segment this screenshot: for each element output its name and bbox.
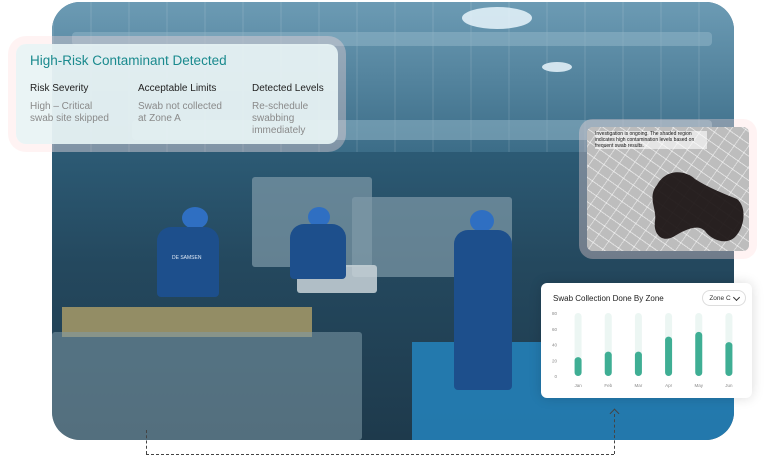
alert-column-acceptable-limits: Acceptable Limits Swab not collected at … [138,83,246,125]
worker [290,224,346,279]
ceiling-light [462,7,532,29]
ceiling-light [542,62,572,72]
bar-apr [665,336,673,376]
x-tick-label: Mar [635,383,643,388]
contaminant-alert-card: High-Risk Contaminant Detected Risk Seve… [16,44,338,144]
y-tick-label: 40 [552,343,558,348]
alert-column-detected-levels: Detected Levels Re-schedule swabbing imm… [252,83,360,137]
bar-jun [725,342,733,376]
alert-column-risk-severity: Risk Severity High – Critical swab site … [30,83,138,125]
alert-heading: Acceptable Limits [138,83,217,94]
worker-cap [182,207,208,229]
x-tick-label: May [694,383,703,388]
y-tick-label: 0 [554,374,557,379]
alert-value: Swab not collected at Zone A [138,101,222,124]
connector-line [614,414,615,454]
connector-line [146,430,147,454]
x-tick-label: Jan [574,383,582,388]
x-tick-label: Feb [604,383,612,388]
swab-chart-card: Swab Collection Done By Zone Zone C 0 20 4… [541,283,752,398]
bar-jan [574,357,582,376]
bar-feb [604,351,612,376]
alert-heading: Risk Severity [30,83,89,94]
connector-line [146,454,614,455]
y-tick-label: 60 [552,327,558,332]
alert-value: Re-schedule swabbing immediately [252,101,309,136]
worker [454,230,512,390]
y-tick-label: 80 [552,311,558,316]
alert-title: High-Risk Contaminant Detected [30,53,227,68]
worker-cap [470,210,494,232]
x-tick-label: Apr [665,383,673,388]
swab-bar-chart: 0 20 40 60 80 Jan Feb Mar Apr May Jun [552,311,733,388]
alert-value: High – Critical swab site skipped [30,101,109,124]
map-note: Investigation is ongoing. The shaded reg… [595,131,707,149]
y-tick-label: 20 [552,358,558,363]
worker [157,227,219,297]
worker-label: DE SAMSEN [172,255,202,261]
bar-mar [634,351,642,376]
contamination-shape [652,172,744,242]
x-tick-label: Jun [725,383,733,388]
alert-heading: Detected Levels [252,83,324,94]
bar-may [695,331,703,376]
machine [52,332,362,440]
contamination-map-card[interactable]: Investigation is ongoing. The shaded reg… [587,127,749,251]
